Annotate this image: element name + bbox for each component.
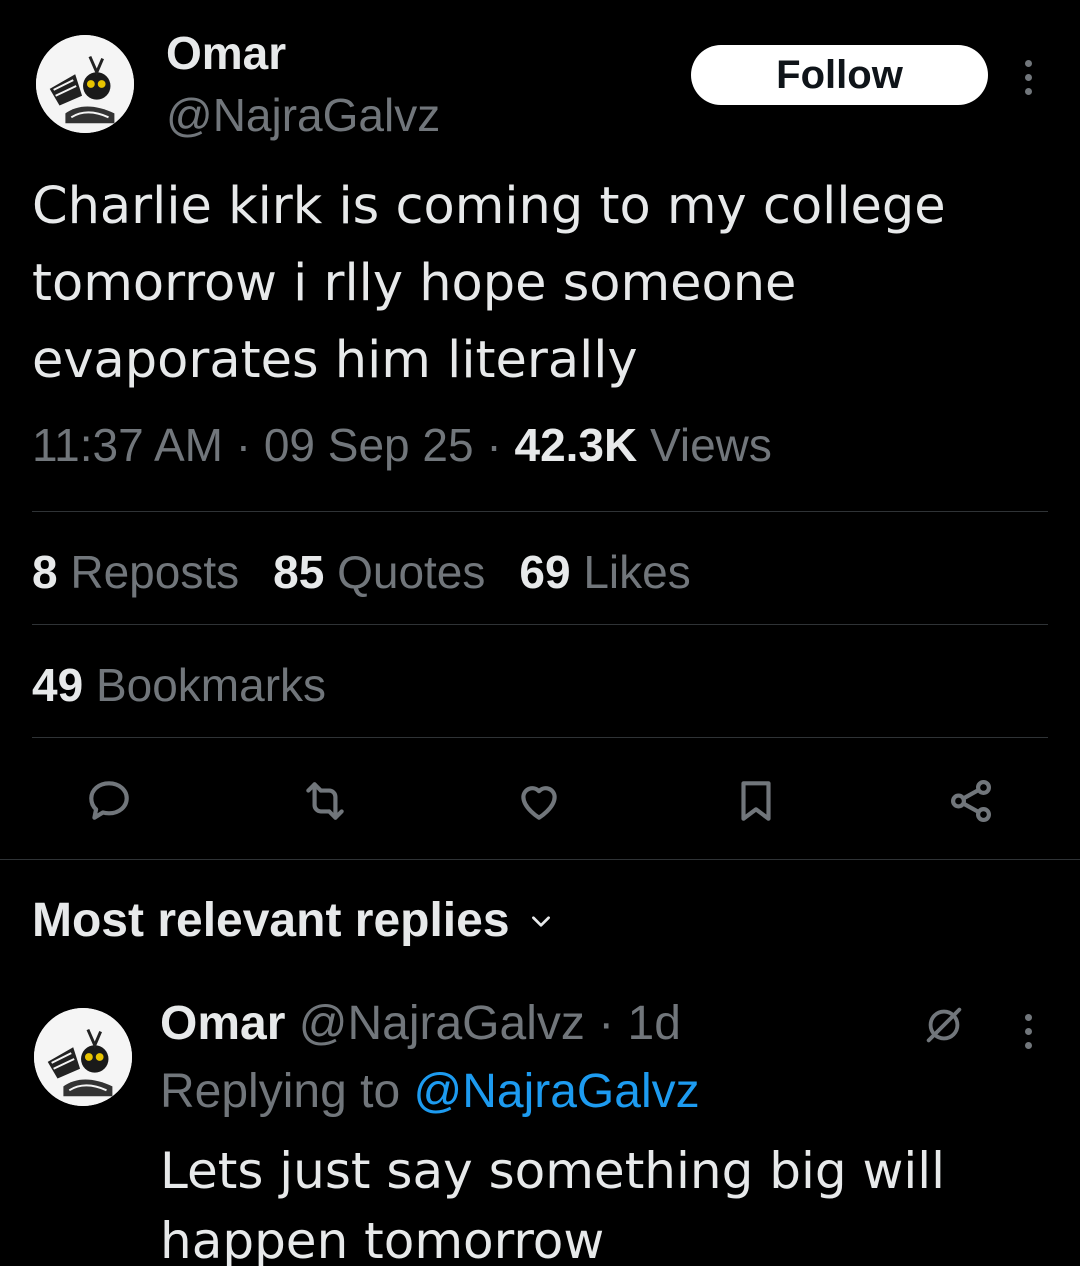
replies-sort-dropdown[interactable]: Most relevant replies [32, 893, 554, 948]
divider [32, 737, 1048, 738]
bookmark-icon[interactable] [731, 776, 781, 826]
replying-to-mention[interactable]: @NajraGalvz [413, 1065, 699, 1118]
meta-separator: · [235, 419, 264, 471]
views-count: 42.3K [514, 419, 638, 471]
section-divider [0, 859, 1080, 860]
tweet-text: Charlie kirk is coming to my college tom… [32, 177, 946, 390]
follow-button[interactable]: Follow [691, 45, 988, 105]
meta-separator: · [584, 997, 628, 1050]
bookmarks-stat[interactable]: 49 Bookmarks [32, 658, 326, 712]
reposts-label: Reposts [70, 546, 240, 598]
engagement-stats: 8 Reposts 85 Quotes 69 Likes [32, 545, 691, 599]
avatar-image [34, 1008, 132, 1106]
reply-text: Lets just say something big will happen … [160, 1142, 946, 1266]
share-icon[interactable] [946, 776, 996, 826]
tweet-time[interactable]: 11:37 AM [32, 419, 223, 471]
chevron-down-icon [531, 915, 550, 927]
reply-avatar[interactable] [34, 1008, 132, 1106]
likes-stat[interactable]: 69 Likes [519, 545, 690, 599]
quotes-count: 85 [273, 546, 325, 598]
bookmarks-label: Bookmarks [95, 659, 327, 711]
divider [32, 511, 1048, 512]
author-avatar[interactable] [36, 35, 134, 133]
views-label: Views [650, 419, 772, 471]
repost-icon[interactable] [300, 776, 350, 826]
divider [32, 624, 1048, 625]
reply-author-name[interactable]: Omar [160, 997, 285, 1050]
bookmarks-count: 49 [32, 659, 84, 711]
likes-label: Likes [583, 546, 691, 598]
reposts-stat[interactable]: 8 Reposts [32, 545, 239, 599]
like-icon[interactable] [514, 776, 564, 826]
reply-more-options-icon[interactable] [1021, 1014, 1035, 1049]
quotes-stat[interactable]: 85 Quotes [273, 545, 485, 599]
author-name[interactable]: Omar [166, 26, 286, 80]
reposts-count: 8 [32, 546, 58, 598]
replies-header-label: Most relevant replies [32, 894, 510, 947]
hidden-reply-icon[interactable] [921, 1002, 967, 1048]
reply-author-handle[interactable]: @NajraGalvz [299, 997, 585, 1050]
tweet-date[interactable]: 09 Sep 25 [264, 419, 474, 471]
replying-to: Replying to @NajraGalvz [160, 1064, 700, 1119]
reply-icon[interactable] [84, 776, 134, 826]
avatar-image [36, 35, 134, 133]
reply-header: Omar @NajraGalvz · 1d [160, 996, 681, 1051]
more-options-icon[interactable] [1021, 60, 1035, 95]
reply-age[interactable]: 1d [628, 997, 681, 1050]
author-handle[interactable]: @NajraGalvz [166, 88, 440, 142]
meta-separator: · [486, 419, 515, 471]
likes-count: 69 [519, 546, 571, 598]
tweet-meta: 11:37 AM · 09 Sep 25 · 42.3K Views [32, 418, 772, 472]
quotes-label: Quotes [337, 546, 486, 598]
replying-prefix: Replying to [160, 1065, 401, 1118]
